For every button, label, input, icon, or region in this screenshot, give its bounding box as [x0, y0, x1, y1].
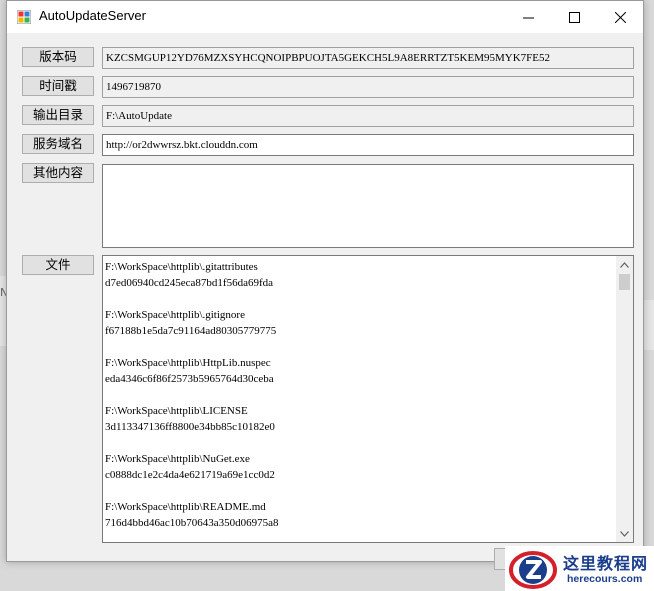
- version-field[interactable]: KZCSMGUP12YD76MZXSYHCQNOIPBPUOJTA5GEKCH5…: [102, 47, 634, 69]
- other-content-textarea[interactable]: [102, 164, 634, 248]
- file-entry: F:\WorkSpace\httplib\README.md 716d4bbd4…: [105, 499, 613, 531]
- watermark-logo-icon: [509, 551, 557, 589]
- file-hash: c0888dc1e2c4da4e621719a69e1cc0d2: [105, 469, 275, 481]
- scroll-up-button[interactable]: [616, 256, 633, 273]
- title-bar[interactable]: AutoUpdateServer: [7, 1, 643, 33]
- maximize-button[interactable]: [551, 1, 597, 33]
- file-entry: F:\WorkSpace\httplib\.gitignore f67188b1…: [105, 307, 613, 339]
- file-hash: 716d4bbd46ac10b70643a350d06975a8: [105, 517, 279, 529]
- timestamp-field[interactable]: 1496719870: [102, 76, 634, 98]
- output-dir-field[interactable]: F:\AutoUpdate: [102, 105, 634, 127]
- file-entry: F:\WorkSpace\httplib\.gitattributes d7ed…: [105, 259, 613, 291]
- file-path: F:\WorkSpace\httplib\HttpLib.nuspec: [105, 357, 271, 369]
- domain-button[interactable]: 服务域名: [22, 134, 94, 154]
- files-scrollbar[interactable]: [616, 256, 633, 542]
- timestamp-button[interactable]: 时间戳: [22, 76, 94, 96]
- file-entry: F:\WorkSpace\httplib\LICENSE 3d113347136…: [105, 403, 613, 435]
- output-dir-button[interactable]: 输出目录: [22, 105, 94, 125]
- file-hash: 3d113347136ff8800e34bb85c10182e0: [105, 421, 275, 433]
- app-icon: [17, 10, 31, 24]
- file-path: F:\WorkSpace\httplib\LICENSE: [105, 405, 248, 417]
- site-watermark: 这里教程网 herecours.com: [505, 546, 654, 591]
- file-path: F:\WorkSpace\httplib\.gitattributes: [105, 261, 258, 273]
- other-content-button[interactable]: 其他内容: [22, 163, 94, 183]
- files-button[interactable]: 文件: [22, 255, 94, 275]
- window-title: AutoUpdateServer: [39, 8, 146, 23]
- close-icon: [614, 11, 626, 23]
- chevron-up-icon: [620, 261, 629, 268]
- watermark-en-text: herecours.com: [567, 573, 643, 585]
- file-hash: d7ed06940cd245eca87bd1f56da69fda: [105, 277, 274, 289]
- file-path: F:\WorkSpace\httplib\README.md: [105, 501, 266, 513]
- chevron-down-icon: [620, 530, 629, 537]
- maximize-icon: [568, 11, 580, 23]
- scroll-down-button[interactable]: [616, 525, 633, 542]
- watermark-cn-text: 这里教程网: [563, 554, 649, 573]
- scroll-thumb[interactable]: [619, 274, 630, 290]
- minimize-icon: [522, 17, 534, 18]
- minimize-button[interactable]: [505, 1, 551, 33]
- files-textarea[interactable]: F:\WorkSpace\httplib\.gitattributes d7ed…: [102, 255, 634, 543]
- file-path: F:\WorkSpace\httplib\.gitignore: [105, 309, 245, 321]
- file-entry: F:\WorkSpace\httplib\NuGet.exe c0888dc1e…: [105, 451, 613, 483]
- file-hash: f67188b1e5da7c91164ad80305779775: [105, 325, 277, 337]
- close-button[interactable]: [597, 1, 643, 33]
- file-list: F:\WorkSpace\httplib\.gitattributes d7ed…: [105, 259, 613, 542]
- app-window: AutoUpdateServer 版本码 KZCSMGUP12YD76MZXSY…: [6, 0, 644, 562]
- file-path: F:\WorkSpace\httplib\NuGet.exe: [105, 453, 250, 465]
- file-hash: eda4346c6f86f2573b5965764d30ceba: [105, 373, 274, 385]
- domain-field[interactable]: http://or2dwwrsz.bkt.clouddn.com: [102, 134, 634, 156]
- version-button[interactable]: 版本码: [22, 47, 94, 67]
- background-app-strip-right: [644, 300, 654, 350]
- file-entry: F:\WorkSpace\httplib\HttpLib.nuspec eda4…: [105, 355, 613, 387]
